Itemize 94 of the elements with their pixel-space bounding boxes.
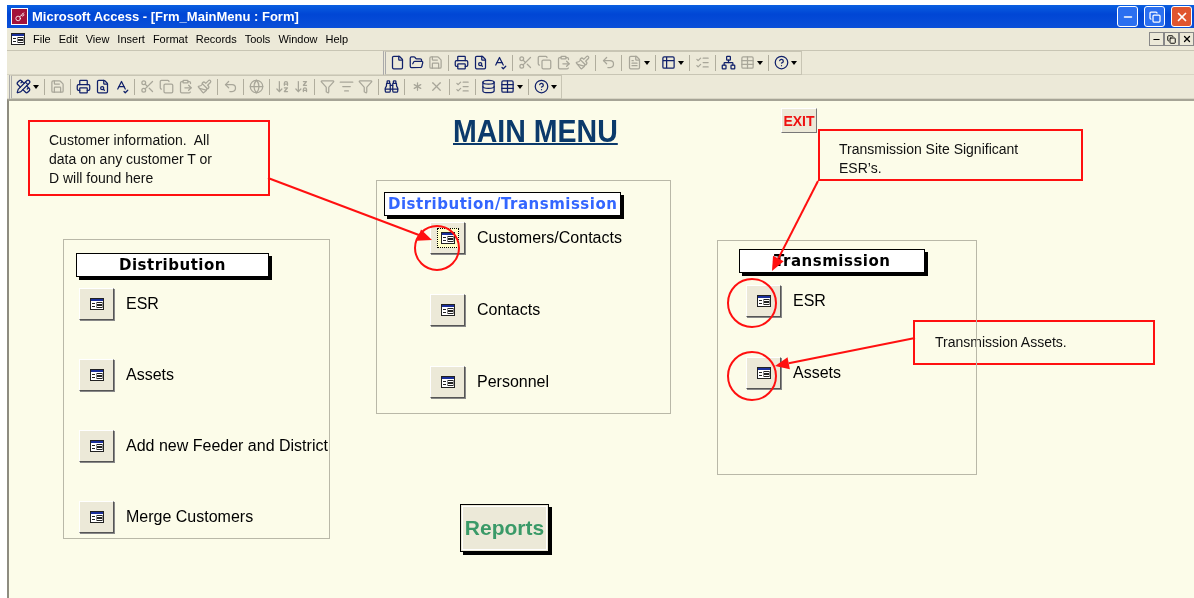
copy-icon bbox=[537, 55, 552, 70]
window-title: Microsoft Access - [Frm_MainMenu : Form] bbox=[32, 9, 300, 24]
menu-label: Personnel bbox=[477, 373, 550, 391]
sort-descending-icon bbox=[294, 79, 309, 94]
filter-form-icon bbox=[339, 79, 354, 94]
new-object-icon bbox=[740, 55, 755, 70]
binoculars-icon bbox=[384, 79, 399, 94]
open-form-button[interactable] bbox=[430, 222, 465, 254]
undo-icon bbox=[223, 79, 238, 94]
open-form-button[interactable] bbox=[79, 501, 114, 533]
form-icon bbox=[89, 511, 104, 523]
save-icon bbox=[428, 55, 443, 70]
close-button[interactable] bbox=[1179, 32, 1194, 46]
print-preview-icon bbox=[95, 79, 110, 94]
menu-item[interactable]: Help bbox=[321, 33, 353, 45]
help-icon bbox=[774, 55, 789, 70]
form-icon bbox=[89, 298, 104, 310]
minimize-button[interactable] bbox=[1149, 32, 1164, 46]
menu-item[interactable]: Insert bbox=[113, 33, 149, 45]
form-icon bbox=[756, 367, 771, 379]
globe-icon bbox=[249, 79, 264, 94]
highlight-circle bbox=[727, 278, 777, 328]
design-view-icon bbox=[16, 79, 31, 94]
form-icon bbox=[440, 304, 455, 316]
database-icon bbox=[481, 79, 496, 94]
close-icon bbox=[1181, 34, 1192, 44]
properties-icon bbox=[695, 55, 710, 70]
folder-icon bbox=[409, 55, 424, 70]
menu-label: ESR bbox=[793, 292, 826, 310]
form-title: MAIN MENU bbox=[453, 114, 618, 150]
callout-note: Customer information. All data on any customer T or D will found here bbox=[28, 120, 270, 196]
delete-record-icon bbox=[429, 79, 444, 94]
open-form-button[interactable] bbox=[79, 359, 114, 391]
form-icon bbox=[11, 33, 25, 45]
menu-item[interactable]: View bbox=[81, 33, 114, 45]
menu-item[interactable]: Window bbox=[274, 33, 322, 45]
menu-label: Add new Feeder and District bbox=[126, 437, 328, 455]
spelling-icon bbox=[492, 55, 507, 70]
app-icon bbox=[11, 8, 28, 25]
menu-item[interactable]: Tools bbox=[240, 33, 275, 45]
printer-icon bbox=[454, 55, 469, 70]
document-icon bbox=[627, 55, 642, 70]
menu-label: Contacts bbox=[477, 301, 541, 319]
panel-heading: Distribution/Transmission bbox=[384, 192, 622, 216]
menu-label: Assets bbox=[126, 366, 174, 384]
paste-icon bbox=[556, 55, 571, 70]
table-icon bbox=[661, 55, 676, 70]
form-icon bbox=[440, 232, 455, 244]
open-form-button[interactable] bbox=[746, 357, 781, 389]
callout-note: Transmission Site Significant ESR’s. bbox=[818, 129, 1083, 181]
paintbrush-icon bbox=[197, 79, 212, 94]
filter-icon bbox=[358, 79, 373, 94]
spelling-icon bbox=[114, 79, 129, 94]
open-form-button[interactable] bbox=[746, 285, 781, 317]
paintbrush-icon bbox=[575, 55, 590, 70]
menu-item[interactable]: Edit bbox=[54, 33, 82, 45]
properties-icon bbox=[455, 79, 470, 94]
paste-icon bbox=[178, 79, 193, 94]
menu-item[interactable]: File bbox=[29, 33, 55, 45]
restore-button[interactable] bbox=[1164, 32, 1179, 46]
highlight-circle bbox=[727, 351, 777, 401]
open-form-button[interactable] bbox=[430, 366, 465, 398]
help-icon bbox=[534, 79, 549, 94]
open-form-button[interactable] bbox=[79, 288, 114, 320]
menu-label: ESR bbox=[126, 295, 159, 313]
form-icon bbox=[89, 440, 104, 452]
print-preview-icon bbox=[473, 55, 488, 70]
filter-icon bbox=[320, 79, 335, 94]
save-icon bbox=[50, 79, 65, 94]
form-icon bbox=[756, 295, 771, 307]
scissors-icon bbox=[518, 55, 533, 70]
highlight-circle bbox=[414, 225, 460, 271]
form-icon bbox=[89, 369, 104, 381]
relationships-icon bbox=[721, 55, 736, 70]
menu-item[interactable]: Records bbox=[191, 33, 241, 45]
restore-icon bbox=[1148, 10, 1161, 23]
menu-item[interactable]: Format bbox=[148, 33, 192, 45]
sort-ascending-icon bbox=[275, 79, 290, 94]
scissors-icon bbox=[140, 79, 155, 94]
menu-label: Merge Customers bbox=[126, 508, 254, 526]
new-object-icon bbox=[500, 79, 515, 94]
menu-label: Customers/Contacts bbox=[477, 229, 622, 247]
restore-icon bbox=[1167, 34, 1176, 44]
printer-icon bbox=[76, 79, 91, 94]
exit-button[interactable]: EXIT bbox=[781, 108, 817, 133]
copy-icon bbox=[159, 79, 174, 94]
open-form-button[interactable] bbox=[430, 294, 465, 326]
form-icon bbox=[440, 376, 455, 388]
new-file-icon bbox=[390, 55, 405, 70]
open-form-button[interactable] bbox=[79, 430, 114, 462]
callout-note: Transmission Assets. bbox=[913, 320, 1155, 365]
undo-icon bbox=[601, 55, 616, 70]
menu-label: Assets bbox=[793, 364, 841, 382]
panel-heading: Distribution bbox=[76, 253, 269, 277]
